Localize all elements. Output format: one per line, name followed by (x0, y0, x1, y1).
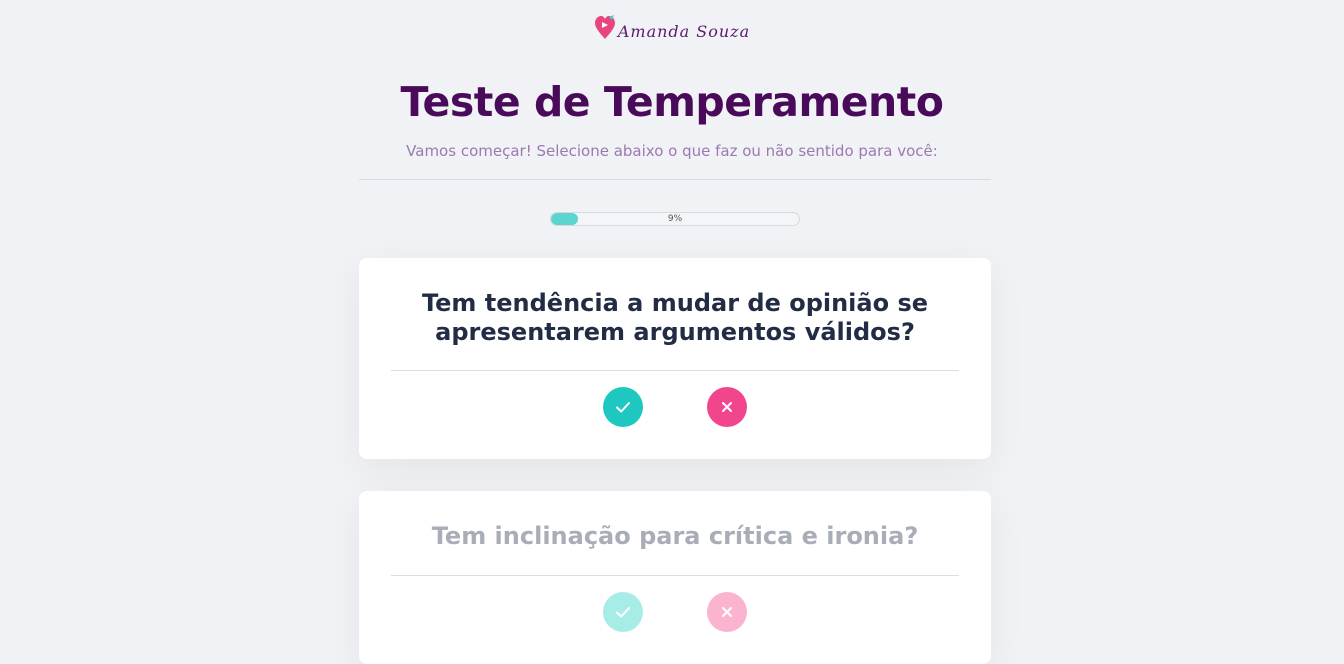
no-button[interactable] (707, 387, 747, 427)
no-button[interactable] (707, 592, 747, 632)
question-card: Tem inclinação para crítica e ironia? (359, 491, 991, 664)
card-divider (391, 370, 959, 371)
yes-button[interactable] (603, 592, 643, 632)
page-title: Teste de Temperamento (400, 78, 944, 126)
progress-label: 9% (667, 214, 683, 224)
brand-name: Amanda Souza (617, 22, 751, 41)
close-icon (722, 607, 732, 617)
yes-button[interactable] (603, 387, 643, 427)
page: Amanda Souza Teste de Temperamento Vamos… (0, 0, 1344, 664)
check-icon (616, 402, 630, 413)
page-subtitle: Vamos começar! Selecione abaixo o que fa… (406, 142, 938, 160)
progress-bar: 9% (550, 212, 800, 226)
question-text: Tem inclinação para crítica e ironia? (431, 522, 919, 550)
brand-logo[interactable]: Amanda Souza (0, 14, 1344, 41)
header-divider (359, 179, 991, 180)
question-card: Tem tendência a mudar de opinião se apre… (359, 258, 991, 459)
question-text: Tem tendência a mudar de opinião se apre… (421, 289, 929, 346)
close-icon (722, 402, 732, 412)
card-divider (391, 575, 959, 576)
check-icon (616, 607, 630, 618)
heart-pin-icon (594, 14, 615, 39)
